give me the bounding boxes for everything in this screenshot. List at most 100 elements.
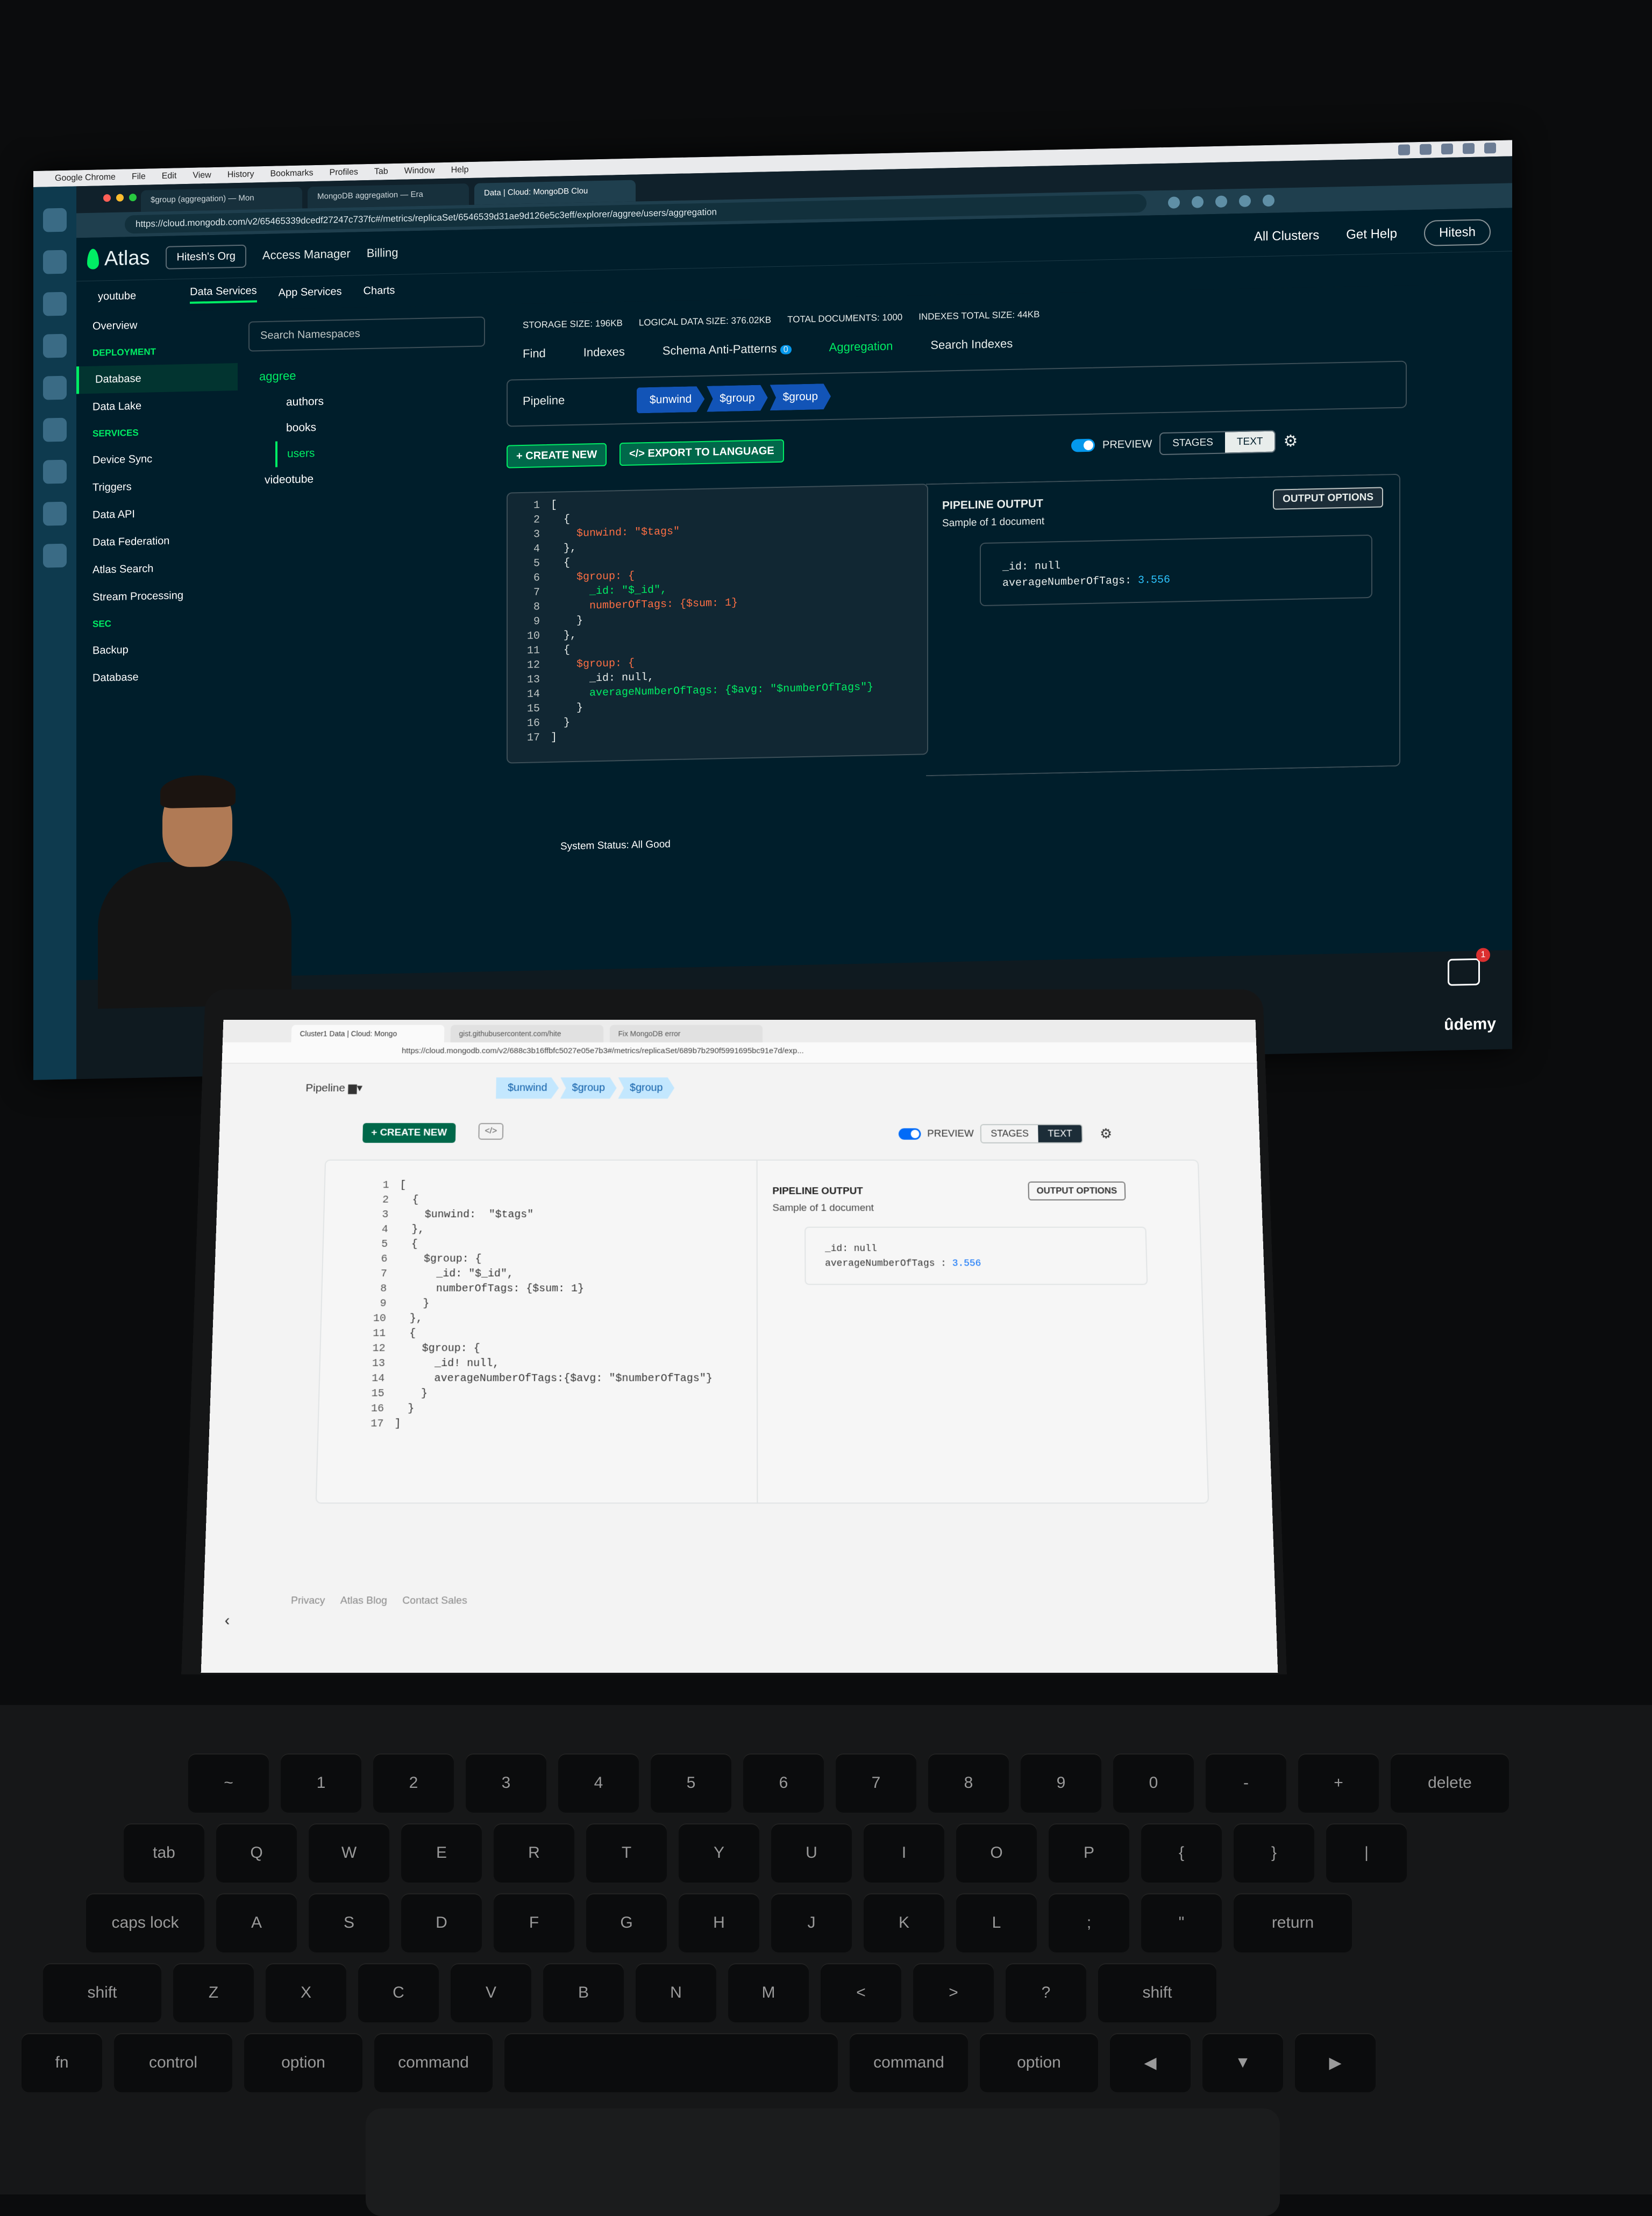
menu-tab[interactable]: Tab [374,167,388,177]
keyboard-key[interactable]: 9 [1021,1753,1101,1813]
menu-bookmarks[interactable]: Bookmarks [270,168,313,179]
keyboard-key[interactable]: I [864,1823,944,1883]
keyboard-key[interactable]: W [309,1823,389,1883]
stage-chip[interactable]: $group [707,385,767,411]
stage-chip[interactable]: $group [618,1077,674,1098]
export-code-button[interactable]: </> [478,1123,504,1140]
keyboard-key[interactable]: ~ [188,1753,269,1813]
pipeline-code-editor[interactable]: 1[2 {3 $unwind: "$tags" 4 }, 5 {6 $group: … [351,1180,713,1433]
keyboard-key[interactable]: tab [124,1823,204,1883]
billing-link[interactable]: Billing [367,246,398,260]
collection-users[interactable]: users [275,436,496,467]
zoom-icon[interactable] [1168,196,1180,209]
keyboard-key[interactable]: { [1141,1823,1222,1883]
get-help-menu[interactable]: Get Help [1346,226,1397,243]
keyboard-key[interactable]: return [1234,1893,1352,1952]
keyboard-key[interactable]: ? [1006,1963,1086,2022]
battery-icon[interactable] [1484,143,1496,154]
star-icon[interactable] [1192,196,1204,208]
keyboard-key[interactable] [504,2033,838,2092]
browser-tab[interactable]: gist.githubusercontent.com/hite [450,1025,604,1042]
menu-window[interactable]: Window [404,166,435,176]
menu-view[interactable]: View [193,171,211,181]
dock-app-icon[interactable] [43,543,67,568]
keyboard-key[interactable]: delete [1391,1753,1509,1813]
dock-app-icon[interactable] [43,375,67,400]
keyboard-key[interactable]: control [114,2033,232,2092]
keyboard-key[interactable]: option [244,2033,362,2092]
keyboard-key[interactable]: 2 [373,1753,454,1813]
stage-chip[interactable]: $group [770,383,831,410]
keyboard-key[interactable]: 7 [836,1753,916,1813]
dock-app-icon[interactable] [43,333,67,358]
gear-icon[interactable]: ⚙ [1100,1126,1113,1142]
keyboard-key[interactable]: M [728,1963,809,2022]
keyboard-key[interactable]: shift [43,1963,161,2022]
keyboard-key[interactable]: O [956,1823,1037,1883]
menu-profiles[interactable]: Profiles [330,167,358,177]
keyboard-key[interactable]: ; [1049,1893,1129,1952]
text-view-button[interactable]: TEXT [1038,1125,1083,1142]
sidebar-item-data-api[interactable]: Data API [76,499,238,529]
org-selector[interactable]: Hitesh's Org [166,244,246,269]
stage-chip[interactable]: $unwind [637,386,704,414]
keyboard-key[interactable]: Z [173,1963,254,2022]
all-clusters-link[interactable]: All Clusters [1254,228,1319,245]
menu-app[interactable]: Google Chrome [55,173,116,183]
keyboard-key[interactable]: | [1326,1823,1407,1883]
browser-tab[interactable]: $group (aggregation) — Mon [141,187,302,212]
database-videotube[interactable]: videotube [238,463,496,494]
status-icon[interactable] [1441,143,1453,155]
keyboard-key[interactable]: R [494,1823,574,1883]
status-icon[interactable] [1420,144,1432,155]
keyboard-key[interactable]: > [913,1963,994,2022]
keyboard-key[interactable]: F [494,1893,574,1952]
close-window-button[interactable] [103,194,111,202]
keyboard-key[interactable]: C [358,1963,439,2022]
keyboard-key[interactable]: ◀ [1110,2033,1191,2092]
keyboard-key[interactable]: + [1298,1753,1379,1813]
tab-schema-anti-patterns[interactable]: Schema Anti-Patterns 0 [663,341,792,358]
browser-tab-active[interactable]: Data | Cloud: MongoDB Clou [474,180,636,205]
search-namespaces-input[interactable]: Search Namespaces [248,316,485,352]
keyboard-key[interactable]: 8 [928,1753,1009,1813]
keyboard-key[interactable]: S [309,1893,389,1952]
keyboard-key[interactable]: H [679,1893,759,1952]
keyboard-key[interactable]: K [864,1893,944,1952]
stages-view-button[interactable]: STAGES [1160,432,1225,454]
keyboard-key[interactable]: shift [1098,1963,1216,2022]
gear-icon[interactable]: ⚙ [1283,431,1298,451]
browser-tab[interactable]: MongoDB aggregation — Era [308,183,469,209]
keyboard-key[interactable]: X [266,1963,346,2022]
keyboard-key[interactable]: V [451,1963,531,2022]
keyboard-key[interactable]: B [543,1963,624,2022]
sidebar-item-triggers[interactable]: Triggers [76,471,238,502]
keyboard-key[interactable]: Y [679,1823,759,1883]
browser-tab-active[interactable]: Cluster1 Data | Cloud: Mongo [291,1025,445,1042]
tab-charts[interactable]: Charts [364,285,395,297]
keyboard-key[interactable]: L [956,1893,1037,1952]
stage-chip[interactable]: $group [560,1077,617,1098]
keyboard-key[interactable]: J [771,1893,852,1952]
sidebar-item-atlas-search[interactable]: Atlas Search [76,553,238,584]
sidebar-item-data-lake[interactable]: Data Lake [76,390,238,421]
menu-history[interactable]: History [227,169,254,180]
keyboard-key[interactable]: P [1049,1823,1129,1883]
keyboard-key[interactable]: 1 [281,1753,361,1813]
pipeline-code-editor[interactable]: 1[2 {3 $unwind: "$tags" 4 }, 5 {6 $group: … [507,484,928,764]
tab-search-indexes[interactable]: Search Indexes [930,337,1013,352]
wifi-icon[interactable] [1463,143,1475,154]
keyboard-key[interactable]: - [1206,1753,1286,1813]
tab-data-services[interactable]: Data Services [190,285,257,304]
keyboard-key[interactable]: fn [22,2033,102,2092]
zoom-window-button[interactable] [129,193,137,202]
stage-chip[interactable]: $unwind [496,1077,559,1098]
dock-app-icon[interactable] [43,208,67,232]
user-menu[interactable]: Hitesh [1423,219,1491,246]
sidebar-item-data-federation[interactable]: Data Federation [76,526,238,557]
atlas-logo[interactable]: Atlas [87,246,149,271]
extension-icon[interactable] [1239,195,1251,208]
menu-help[interactable]: Help [451,165,469,175]
keyboard-key[interactable]: " [1141,1893,1222,1952]
atlas-blog-link[interactable]: Atlas Blog [340,1595,388,1607]
